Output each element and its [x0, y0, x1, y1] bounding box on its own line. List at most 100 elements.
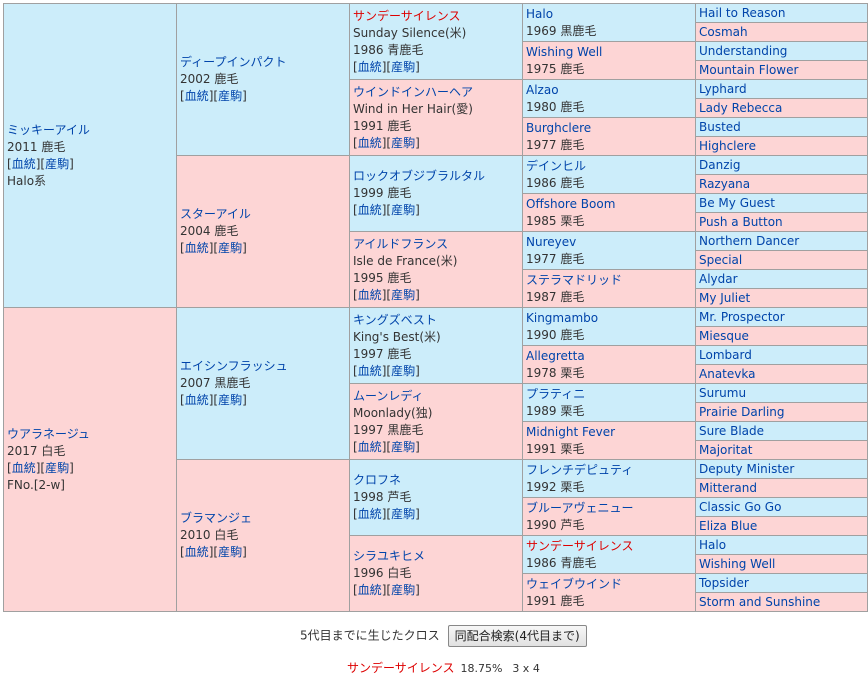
- md-dam-name-link[interactable]: シラユキヒメ: [353, 549, 425, 563]
- md-sire-foal-link[interactable]: 産駒: [391, 507, 415, 521]
- g5-name-link[interactable]: Danzig: [699, 158, 740, 172]
- m-sire-name-link[interactable]: エイシンフラッシュ: [180, 359, 288, 373]
- sire-bloodline-link[interactable]: 血統: [185, 89, 209, 103]
- g4-name-link[interactable]: デインヒル: [526, 159, 586, 173]
- s-dam-foal-link[interactable]: 産駒: [391, 136, 415, 150]
- ms-sire-foal-link[interactable]: 産駒: [391, 364, 415, 378]
- g5-name-link[interactable]: Be My Guest: [699, 196, 775, 210]
- g5-name-link[interactable]: Deputy Minister: [699, 462, 794, 476]
- m-sire-foal-link[interactable]: 産駒: [218, 393, 242, 407]
- d-dam-color: 鹿毛: [387, 270, 412, 285]
- g5-name-link[interactable]: Alydar: [699, 272, 738, 286]
- ms-dam-foal-link[interactable]: 産駒: [391, 440, 415, 454]
- cross-percent: 18.75%: [460, 662, 503, 675]
- g4-name-link[interactable]: Alzao: [526, 83, 559, 97]
- g4-name-link[interactable]: Burghclere: [526, 121, 591, 135]
- g5-name-link[interactable]: Understanding: [699, 44, 787, 58]
- g5-name-link[interactable]: Razyana: [699, 177, 750, 191]
- g4-name-link[interactable]: サンデーサイレンス: [526, 539, 634, 553]
- g5-name-link[interactable]: Topsider: [699, 576, 749, 590]
- g4-name-link[interactable]: Nureyev: [526, 235, 576, 249]
- md-sire-name-link[interactable]: クロフネ: [353, 473, 401, 487]
- d-dam-foal-link[interactable]: 産駒: [391, 288, 415, 302]
- g5-cell: Wishing Well: [695, 554, 868, 574]
- g5-name-link[interactable]: Sure Blade: [699, 424, 764, 438]
- d-dam-bloodline-link[interactable]: 血統: [358, 288, 382, 302]
- same-mating-search-button[interactable]: 同配合検索(4代目まで): [447, 624, 587, 647]
- s-sire-foal-link[interactable]: 産駒: [391, 60, 415, 74]
- s-sire-en: Sunday Silence(米): [353, 25, 467, 40]
- g5-name-link[interactable]: Busted: [699, 120, 741, 134]
- g5-name-link[interactable]: Highclere: [699, 139, 756, 153]
- sire-foal-link[interactable]: 産駒: [218, 89, 242, 103]
- g5-name-link[interactable]: Miesque: [699, 329, 749, 343]
- m-dam-foal-link[interactable]: 産駒: [218, 545, 242, 559]
- g5-name-link[interactable]: Mr. Prospector: [699, 310, 785, 324]
- horse-foal-link[interactable]: 産駒: [45, 157, 69, 171]
- g5-name-link[interactable]: Hail to Reason: [699, 6, 785, 20]
- g5-name-link[interactable]: Classic Go Go: [699, 500, 781, 514]
- dam-bloodline-link[interactable]: 血統: [185, 241, 209, 255]
- d-sire-bloodline-link[interactable]: 血統: [358, 203, 382, 217]
- g4-name-link[interactable]: フレンチデピュティ: [526, 463, 633, 477]
- g5-name-link[interactable]: My Juliet: [699, 291, 750, 305]
- g5-name-link[interactable]: Majoritat: [699, 443, 752, 457]
- m-dam-bloodline-link[interactable]: 血統: [185, 545, 209, 559]
- g4-name-link[interactable]: ウェイブウインド: [526, 577, 622, 591]
- dam-foal-link[interactable]: 産駒: [218, 241, 242, 255]
- mare-name-link[interactable]: ウアラネージュ: [7, 427, 90, 441]
- d-dam-name-link[interactable]: アイルドフランス: [353, 237, 448, 251]
- ms-sire-name-link[interactable]: キングズベスト: [353, 313, 437, 327]
- g5-name-link[interactable]: Surumu: [699, 386, 746, 400]
- m-dam-name-link[interactable]: ブラマンジェ: [180, 511, 252, 525]
- g5-name-link[interactable]: Mitterand: [699, 481, 757, 495]
- g5-name-link[interactable]: Lady Rebecca: [699, 101, 782, 115]
- g5-name-link[interactable]: Northern Dancer: [699, 234, 799, 248]
- d-sire-name-link[interactable]: ロックオブジブラルタル: [353, 169, 485, 183]
- mare-bloodline-link[interactable]: 血統: [12, 461, 36, 475]
- g5-name-link[interactable]: Special: [699, 253, 742, 267]
- g4-color: 鹿毛: [560, 593, 585, 608]
- g5-name-link[interactable]: Lyphard: [699, 82, 747, 96]
- g4-name-link[interactable]: Offshore Boom: [526, 197, 615, 211]
- s-dam-name-link[interactable]: ウインドインハーヘア: [353, 85, 473, 99]
- g5-name-link[interactable]: Lombard: [699, 348, 752, 362]
- g4-name-link[interactable]: ステラマドリッド: [526, 273, 622, 287]
- g4-name-link[interactable]: Halo: [526, 7, 553, 21]
- d-sire-foal-link[interactable]: 産駒: [391, 203, 415, 217]
- horse-name-link[interactable]: ミッキーアイル: [7, 123, 90, 137]
- g5-name-link[interactable]: Halo: [699, 538, 726, 552]
- ms-sire-bloodline-link[interactable]: 血統: [358, 364, 382, 378]
- g5-name-link[interactable]: Prairie Darling: [699, 405, 785, 419]
- g5-name-link[interactable]: Eliza Blue: [699, 519, 757, 533]
- ms-dam-bloodline-link[interactable]: 血統: [358, 440, 382, 454]
- sire-name-link[interactable]: ディープインパクト: [180, 55, 286, 69]
- s-sire-bloodline-link[interactable]: 血統: [358, 60, 382, 74]
- g5-name-link[interactable]: Anatevka: [699, 367, 755, 381]
- md-dam-bloodline-link[interactable]: 血統: [358, 583, 382, 597]
- mare-foal-link[interactable]: 産駒: [45, 461, 69, 475]
- m-sire-bloodline-link[interactable]: 血統: [185, 393, 209, 407]
- g5-cell: Northern Dancer: [695, 231, 868, 251]
- s-dam-bloodline-link[interactable]: 血統: [358, 136, 382, 150]
- g5-name-link[interactable]: Mountain Flower: [699, 63, 798, 77]
- g4-name-link[interactable]: Allegretta: [526, 349, 585, 363]
- g5-name-link[interactable]: Cosmah: [699, 25, 748, 39]
- md-dam-foal-link[interactable]: 産駒: [391, 583, 415, 597]
- g4-color: 栗毛: [560, 403, 585, 418]
- m-dam-cell: ブラマンジェ 2010 白毛 [血統][産駒]: [176, 459, 350, 612]
- g5-name-link[interactable]: Wishing Well: [699, 557, 775, 571]
- horse-bloodline-link[interactable]: 血統: [12, 157, 36, 171]
- cross-horse-link[interactable]: サンデーサイレンス: [347, 661, 455, 675]
- g4-name-link[interactable]: プラティニ: [526, 387, 585, 401]
- md-sire-bloodline-link[interactable]: 血統: [358, 507, 382, 521]
- g4-name-link[interactable]: Kingmambo: [526, 311, 598, 325]
- g4-name-link[interactable]: Wishing Well: [526, 45, 602, 59]
- g5-name-link[interactable]: Push a Button: [699, 215, 783, 229]
- s-sire-name-link[interactable]: サンデーサイレンス: [353, 9, 461, 23]
- g4-name-link[interactable]: Midnight Fever: [526, 425, 615, 439]
- dam-name-link[interactable]: スターアイル: [180, 207, 251, 221]
- g4-name-link[interactable]: ブルーアヴェニュー: [526, 501, 634, 515]
- ms-dam-name-link[interactable]: ムーンレディ: [353, 389, 424, 403]
- g5-name-link[interactable]: Storm and Sunshine: [699, 595, 820, 609]
